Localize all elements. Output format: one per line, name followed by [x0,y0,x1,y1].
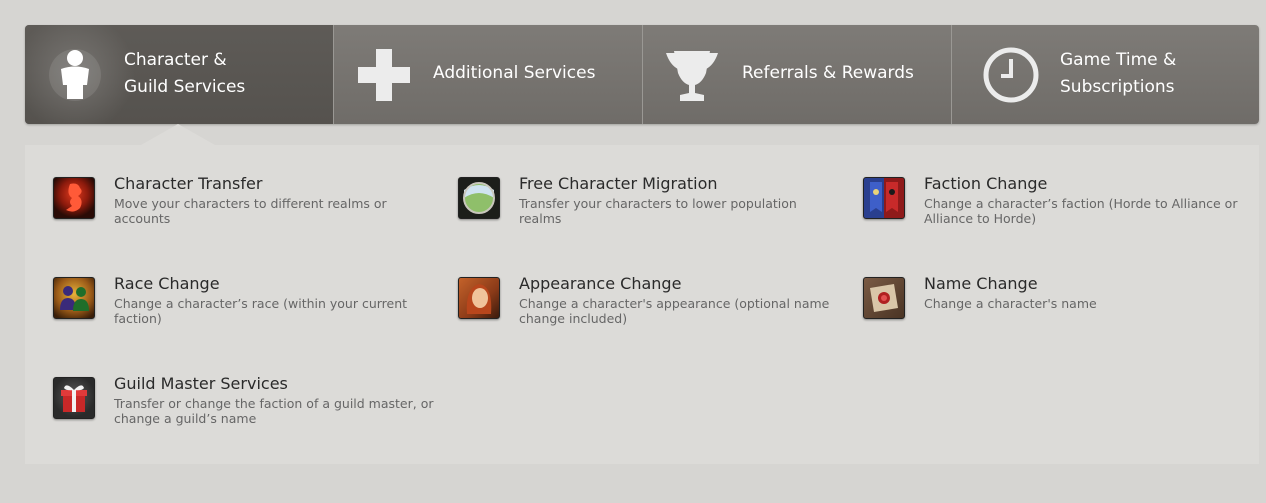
service-title: Appearance Change [519,274,682,293]
gift-box-icon [53,377,95,419]
tab-additional-services[interactable]: Additional Services [333,25,642,124]
race-silhouettes-icon [53,277,95,319]
service-description: Change a character’s race (within your c… [114,296,408,326]
tab-label: Character & Guild Services [124,50,246,97]
service-description: Transfer or change the faction of a guil… [114,396,434,426]
portrait-icon [458,277,500,319]
services-panel: Character Transfer Move your characters … [25,145,1259,464]
tab-label: Additional Services [433,63,596,83]
character-icon [49,49,101,101]
character-transfer-icon [53,177,95,219]
plus-icon [358,49,410,101]
globe-icon [458,177,500,219]
service-description: Transfer your characters to lower popula… [519,196,797,226]
tab-label: Referrals & Rewards [742,63,914,83]
service-title: Name Change [924,274,1038,293]
tab-game-time-subscriptions[interactable]: Game Time & Subscriptions [951,25,1259,124]
service-title: Race Change [114,274,220,293]
trophy-icon [666,51,718,101]
services-nav: Character & Guild Services Additional Se… [25,25,1259,145]
service-description: Change a character's appearance (optiona… [519,296,830,326]
service-title: Faction Change [924,174,1048,193]
service-title: Free Character Migration [519,174,718,193]
service-description: Change a character's name [924,296,1097,311]
tab-label: Game Time & Subscriptions [1060,50,1177,97]
tab-character-guild-services[interactable]: Character & Guild Services [25,25,333,145]
faction-banner-icon [863,177,905,219]
service-title: Guild Master Services [114,374,288,393]
tab-referrals-rewards[interactable]: Referrals & Rewards [642,25,951,124]
service-description: Move your characters to different realms… [114,196,387,226]
service-title: Character Transfer [114,174,263,193]
scroll-seal-icon [863,277,905,319]
service-description: Change a character’s faction (Horde to A… [924,196,1238,226]
clock-icon [983,47,1039,103]
